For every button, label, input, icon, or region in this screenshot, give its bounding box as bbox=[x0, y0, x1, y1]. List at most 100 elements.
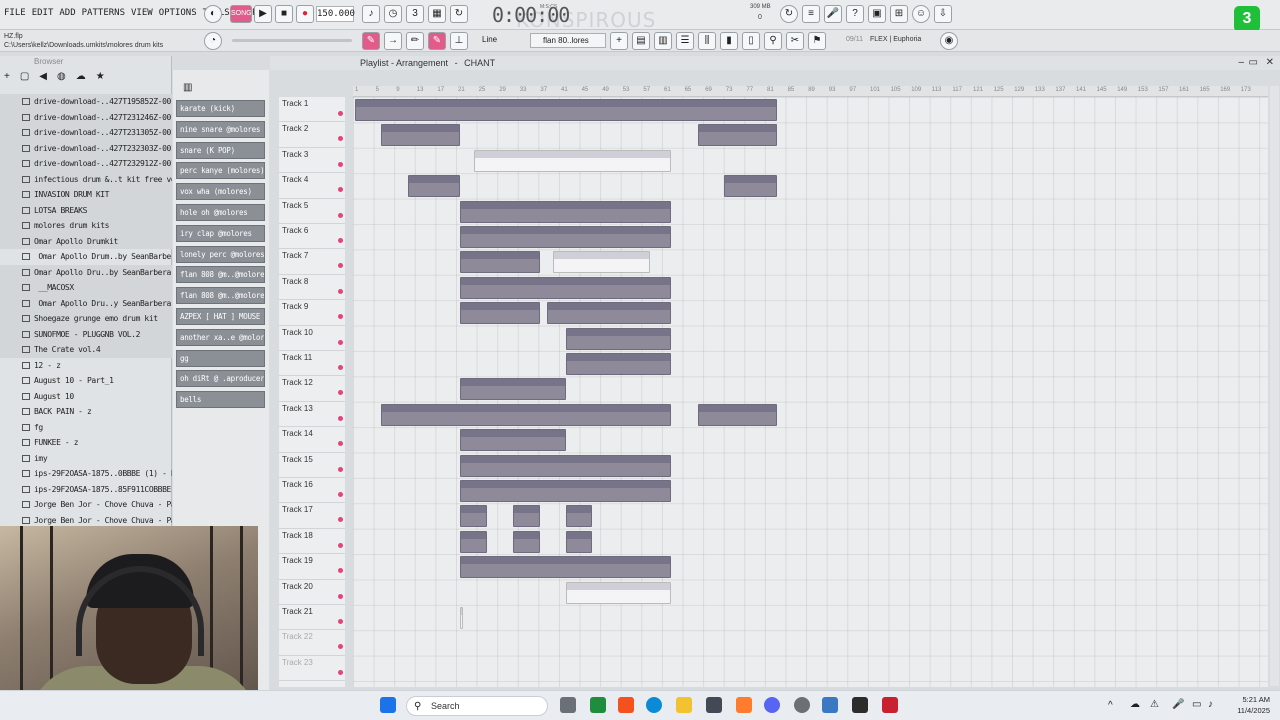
track-header[interactable]: Track 4 bbox=[279, 173, 345, 199]
track-header[interactable]: Track 10 bbox=[279, 326, 345, 351]
pattern-item[interactable]: bells bbox=[176, 391, 265, 409]
track-mute-dot[interactable] bbox=[338, 466, 343, 472]
track-mute-dot[interactable] bbox=[338, 644, 343, 650]
cloud-icon[interactable]: ☁ bbox=[76, 71, 86, 82]
playlist-clip[interactable] bbox=[460, 276, 672, 299]
playlist-clip[interactable] bbox=[547, 302, 672, 325]
discord-icon[interactable] bbox=[764, 697, 780, 713]
pattern-item[interactable]: iry clap @molores bbox=[176, 224, 265, 242]
windows-start-icon[interactable] bbox=[380, 697, 396, 713]
app-icon[interactable] bbox=[852, 697, 868, 713]
track-header[interactable]: Track 14 bbox=[279, 427, 345, 453]
maximize-icon[interactable]: ▭ bbox=[1249, 56, 1258, 70]
file-icon[interactable]: ▢ bbox=[20, 71, 29, 82]
channel-rack-icon[interactable]: ☰ bbox=[676, 32, 694, 50]
add-pattern-icon[interactable]: + bbox=[610, 32, 628, 50]
browser-item[interactable]: LOTSA BREAKS bbox=[0, 202, 172, 218]
countdown-icon[interactable]: 3 bbox=[406, 5, 424, 23]
pattern-item[interactable]: another xa..e @molores bbox=[176, 328, 265, 346]
track-mute-dot[interactable] bbox=[338, 111, 343, 116]
menu-item-patterns[interactable]: PATTERNS bbox=[82, 8, 125, 18]
track-mute-dot[interactable] bbox=[338, 492, 343, 497]
track-header[interactable]: Track 23 bbox=[279, 656, 345, 682]
browser-item[interactable]: __MACOSX bbox=[0, 280, 172, 296]
browser-item[interactable]: ips-29F2OASA-1875..85F911COBBBE (1) bbox=[0, 482, 172, 498]
pattern-item[interactable]: nine snare @molores bbox=[176, 120, 265, 138]
track-mute-dot[interactable] bbox=[338, 187, 343, 193]
arrow-icon[interactable]: → bbox=[384, 32, 402, 50]
browser-item[interactable]: Omar Apollo Drumkit bbox=[0, 233, 172, 249]
app-icon-red[interactable] bbox=[882, 697, 898, 713]
tray-app-icon[interactable]: ☁ bbox=[1130, 699, 1140, 710]
track-mute-dot[interactable] bbox=[338, 441, 343, 447]
track-mute-dot[interactable] bbox=[338, 365, 343, 370]
pattern-item[interactable]: lonely perc @molores bbox=[176, 245, 265, 263]
record-icon[interactable]: ● bbox=[296, 5, 314, 23]
pattern-item[interactable]: AZPEX [ HAT ] MOUSE bbox=[176, 308, 265, 325]
track-header[interactable]: Track 21 bbox=[279, 605, 345, 631]
stamp-icon[interactable]: ⊥ bbox=[450, 32, 468, 50]
tempo-display[interactable]: 150.000 bbox=[316, 6, 355, 22]
browser-item[interactable]: fg bbox=[0, 420, 172, 436]
browser-item[interactable]: ips-29F2OASA-1875..0BBBE (1) - Part_1 bbox=[0, 466, 172, 482]
track-mute-dot[interactable] bbox=[338, 390, 343, 396]
track-header[interactable]: Track 5 bbox=[279, 199, 345, 224]
master-pitch-slider[interactable] bbox=[232, 39, 352, 42]
piano-roll-icon[interactable]: ▥ bbox=[654, 32, 672, 50]
browser-item[interactable]: SUNOFMOE - PLUGGNB VOL.2 bbox=[0, 326, 172, 342]
playlist-clip[interactable] bbox=[460, 251, 540, 274]
draw-mode-icon[interactable]: ✎ bbox=[362, 32, 380, 50]
snap-select[interactable]: Line bbox=[482, 35, 497, 44]
browser-item[interactable]: INVASION DRUM KIT bbox=[0, 187, 172, 203]
playlist-icon[interactable]: ▤ bbox=[632, 32, 650, 50]
track-mute-dot[interactable] bbox=[338, 415, 343, 421]
mixer-view-icon[interactable]: ⫼ bbox=[698, 32, 716, 50]
menu-item-add[interactable]: ADD bbox=[59, 8, 75, 18]
edge-icon[interactable] bbox=[646, 697, 662, 713]
task-view-icon[interactable] bbox=[560, 697, 576, 713]
plugin-picker-icon[interactable]: ⚲ bbox=[764, 32, 782, 50]
pattern-item[interactable]: gg bbox=[176, 349, 265, 367]
help-icon[interactable]: ? bbox=[846, 5, 864, 23]
track-header[interactable]: Track 22 bbox=[279, 630, 345, 656]
file-explorer-icon[interactable] bbox=[676, 697, 692, 713]
tray-chevron-icon[interactable]: ^ bbox=[1108, 700, 1113, 711]
save-icon[interactable]: ▣ bbox=[868, 5, 886, 23]
track-header[interactable]: Track 7 bbox=[279, 249, 345, 275]
track-mute-dot[interactable] bbox=[338, 517, 343, 523]
pencil-icon[interactable]: ✏ bbox=[406, 32, 424, 50]
playlist-clip[interactable] bbox=[460, 480, 672, 502]
browser-item[interactable]: FUNKEE - z bbox=[0, 435, 172, 451]
browser-item[interactable]: Omar Apollo Dru..y SeanBarbera bbox=[0, 295, 172, 311]
song-mode-button[interactable]: SONG bbox=[230, 5, 252, 23]
network-icon[interactable]: ⚠ bbox=[1150, 699, 1159, 710]
browser-item[interactable]: drive-download-..427T232912Z-001 bbox=[0, 156, 172, 172]
browser-item[interactable]: The Crate vol.4 bbox=[0, 342, 172, 358]
playlist-clip[interactable] bbox=[565, 327, 672, 350]
close-icon[interactable]: ✕ bbox=[1266, 56, 1274, 70]
playlist-clip[interactable] bbox=[552, 251, 651, 274]
brave-icon[interactable] bbox=[618, 697, 634, 713]
menu-item-view[interactable]: VIEW bbox=[131, 8, 153, 18]
playlist-clip[interactable] bbox=[460, 226, 672, 248]
browser-item[interactable]: August 10 - Part_1 bbox=[0, 373, 172, 389]
track-mute-dot[interactable] bbox=[338, 619, 343, 624]
mixer-icon[interactable]: ≡ bbox=[802, 5, 820, 23]
plugin-settings-icon[interactable]: ◉ bbox=[940, 32, 958, 50]
track-mute-dot[interactable] bbox=[338, 314, 343, 320]
paint-icon[interactable]: ✎ bbox=[428, 32, 446, 50]
track-header[interactable]: Track 19 bbox=[279, 554, 345, 580]
browser-item[interactable]: drive-download-..427T195852Z-001 bbox=[0, 94, 172, 110]
playlist-clip[interactable] bbox=[460, 454, 672, 477]
menu-item-edit[interactable]: EDIT bbox=[32, 8, 54, 18]
add-icon[interactable]: + bbox=[4, 71, 10, 82]
playlist-clip[interactable] bbox=[460, 530, 487, 553]
browser-item[interactable]: Omar Apollo Drum..by SeanBarbera bbox=[0, 249, 172, 265]
pattern-selector[interactable]: flan 80..lores bbox=[530, 33, 606, 48]
track-header[interactable]: Track 15 bbox=[279, 453, 345, 478]
browser-item[interactable]: molores drum kits bbox=[0, 218, 172, 234]
playlist-clip[interactable] bbox=[407, 175, 461, 198]
playlist-clip[interactable] bbox=[460, 556, 672, 579]
track-header[interactable]: Track 8 bbox=[279, 275, 345, 301]
playlist-clip[interactable] bbox=[355, 99, 777, 121]
